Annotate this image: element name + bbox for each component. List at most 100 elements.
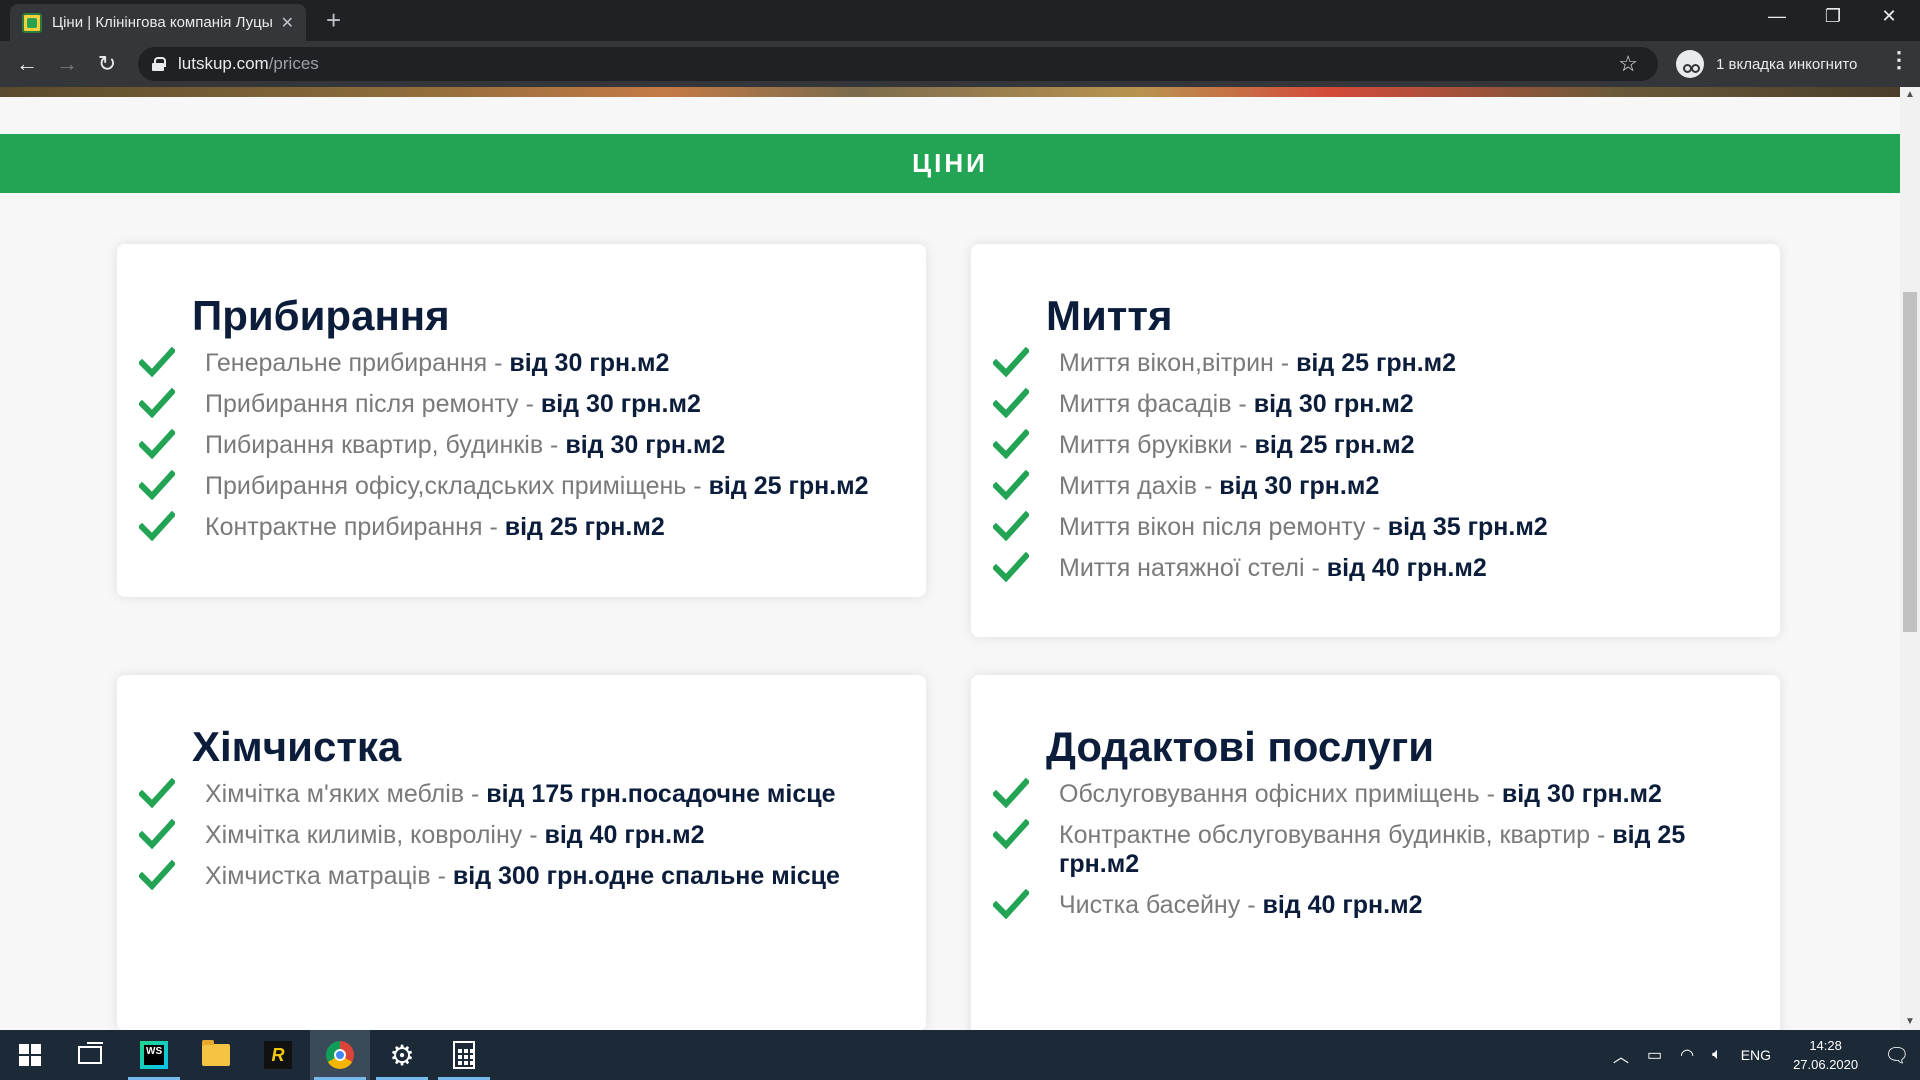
chevron-up-icon[interactable]: ︿ (1613, 1043, 1629, 1067)
bookmark-star-icon[interactable]: ☆ (1618, 51, 1638, 77)
service-name: Прибирання після ремонту (205, 390, 519, 418)
rider-icon: R (264, 1041, 292, 1069)
forward-arrow-icon[interactable]: → (52, 49, 82, 79)
price-item-text: Миття фасадів - від 30 грн.м2 (1059, 390, 1414, 419)
windows-logo-icon (19, 1044, 41, 1066)
price-item: Обслуговування офісних приміщень - від 3… (991, 777, 1760, 809)
separator: - (522, 821, 545, 849)
lock-icon (152, 57, 166, 71)
service-price: від 40 грн.м2 (1262, 891, 1423, 919)
service-name: Прибирання офісу,складських приміщень (205, 472, 687, 500)
separator: - (1240, 891, 1263, 919)
price-item: Хімчітка килимів, ковроліну - від 40 грн… (137, 818, 906, 850)
separator: - (1231, 390, 1254, 418)
price-item-text: Обслуговування офісних приміщень - від 3… (1059, 780, 1662, 809)
price-list: Хімчітка м'яких меблів - від 175 грн.пос… (137, 777, 906, 903)
close-window-button[interactable]: ✕ (1874, 6, 1904, 27)
service-price: від 30 грн.м2 (509, 349, 670, 377)
incognito-indicator[interactable]: 1 вкладка инкогнито (1672, 47, 1867, 81)
new-tab-button[interactable]: + (326, 6, 341, 34)
checkmark-icon (991, 469, 1031, 501)
price-item-text: Прибирання офісу,складських приміщень - … (205, 472, 869, 501)
address-bar[interactable]: lutskup.com/prices ☆ (138, 47, 1658, 81)
separator: - (1273, 349, 1297, 377)
tab-close-icon[interactable]: ✕ (281, 13, 294, 33)
price-item: Прибирання після ремонту - від 30 грн.м2 (137, 387, 906, 419)
price-item-text: Хімчітка килимів, ковроліну - від 40 грн… (205, 821, 705, 850)
browser-menu-icon[interactable]: ⋮ (1888, 47, 1910, 73)
price-item: Пибирання квартир, будинків - від 30 грн… (137, 428, 906, 460)
separator: - (518, 390, 541, 418)
checkmark-icon (137, 818, 177, 850)
price-item-text: Миття вікон після ремонту - від 35 грн.м… (1059, 513, 1548, 542)
price-item: Прибирання офісу,складських приміщень - … (137, 469, 906, 501)
price-item-text: Миття вікон,вітрин - від 25 грн.м2 (1059, 349, 1456, 378)
notifications-icon[interactable]: 🗨︎ (1884, 1043, 1909, 1068)
service-price: від 40 грн.м2 (1326, 554, 1487, 582)
service-price: від 30 грн.м2 (1219, 472, 1380, 500)
service-price: від 300 грн.одне спальне місце (452, 862, 840, 890)
task-view-button[interactable] (60, 1030, 120, 1080)
price-card-additional: Додактові послуги Обслуговування офісних… (971, 675, 1780, 1030)
taskbar-chrome[interactable] (310, 1030, 370, 1080)
page-viewport: ЦІНИ Прибирання Генеральне прибирання - … (0, 87, 1900, 1030)
language-indicator[interactable]: ENG (1741, 1047, 1771, 1063)
minimize-button[interactable]: — (1762, 6, 1792, 27)
price-card-cleaning: Прибирання Генеральне прибирання - від 3… (117, 244, 926, 597)
card-title: Миття (1046, 292, 1173, 339)
separator: - (686, 472, 709, 500)
price-item-text: Хімчистка матраців - від 300 грн.одне сп… (205, 862, 840, 891)
battery-icon[interactable]: ▭ (1647, 1045, 1662, 1065)
service-name: Хімчітка м'яких меблів (205, 780, 465, 808)
card-title: Прибирання (192, 292, 450, 339)
service-name: Миття фасадів (1059, 390, 1232, 418)
taskbar-webstorm[interactable]: WS (124, 1030, 184, 1080)
scroll-thumb[interactable] (1903, 292, 1917, 632)
service-name: Миття бруківки (1059, 431, 1233, 459)
folder-icon (202, 1040, 230, 1066)
checkmark-icon (137, 510, 177, 542)
service-name: Контрактне прибирання (205, 513, 483, 541)
service-price: від 40 грн.м2 (544, 821, 705, 849)
price-item-text: Чистка басейну - від 40 грн.м2 (1059, 891, 1422, 920)
price-item: Хімчистка матраців - від 300 грн.одне сп… (137, 859, 906, 891)
separator: - (1365, 513, 1388, 541)
card-title: Додактові послуги (1046, 723, 1435, 770)
taskbar-rider[interactable]: R (248, 1030, 308, 1080)
browser-tab[interactable]: Ціни | Клінінгова компанія Луцьк ✕ (10, 4, 306, 41)
system-tray: ︿ ▭ ◠ 🔈︎ ENG 14:28 27.06.2020 🗨︎ (1604, 1030, 1910, 1080)
service-name: Хімчітка килимів, ковроліну (205, 821, 523, 849)
service-price: від 25 грн.м2 (1254, 431, 1415, 459)
price-card-washing: Миття Миття вікон,вітрин - від 25 грн.м2… (971, 244, 1780, 637)
start-button[interactable] (0, 1030, 60, 1080)
service-name: Хімчистка матраців (205, 862, 431, 890)
back-arrow-icon[interactable]: ← (12, 49, 42, 79)
taskbar-calculator[interactable] (434, 1030, 494, 1080)
browser-toolbar: ← → ↻ lutskup.com/prices ☆ 1 вкладка инк… (0, 41, 1920, 87)
service-name: Контрактне обслуговування будинків, квар… (1059, 821, 1591, 849)
wifi-icon[interactable]: ◠ (1680, 1045, 1694, 1065)
taskbar-file-explorer[interactable] (186, 1030, 246, 1080)
price-item: Миття натяжної стелі - від 40 грн.м2 (991, 551, 1760, 583)
reload-icon[interactable]: ↻ (92, 49, 122, 79)
taskbar-settings[interactable]: ⚙ (372, 1030, 432, 1080)
price-list: Генеральне прибирання - від 30 грн.м2 При… (137, 346, 906, 554)
volume-icon[interactable]: 🔈︎ (1712, 1046, 1722, 1064)
chrome-icon (326, 1041, 354, 1069)
service-price: від 30 грн.м2 (540, 390, 701, 418)
restore-button[interactable]: ❐ (1818, 6, 1848, 27)
price-item: Контрактне обслуговування будинків, квар… (991, 818, 1760, 879)
tab-title: Ціни | Клінінгова компанія Луцьк (52, 14, 272, 31)
price-item-text: Контрактне прибирання - від 25 грн.м2 (205, 513, 665, 542)
checkmark-icon (137, 346, 177, 378)
separator: - (487, 349, 510, 377)
clock-time: 14:28 (1809, 1038, 1842, 1053)
scroll-up-icon[interactable]: ▲ (1900, 87, 1920, 103)
price-list: Миття вікон,вітрин - від 25 грн.м2 Миття … (991, 346, 1760, 595)
clock[interactable]: 14:28 27.06.2020 (1793, 1036, 1858, 1074)
separator: - (1590, 821, 1613, 849)
page-scrollbar[interactable]: ▲ ▼ (1900, 87, 1920, 1030)
checkmark-icon (991, 346, 1031, 378)
scroll-down-icon[interactable]: ▼ (1900, 1014, 1920, 1030)
checkmark-icon (991, 428, 1031, 460)
